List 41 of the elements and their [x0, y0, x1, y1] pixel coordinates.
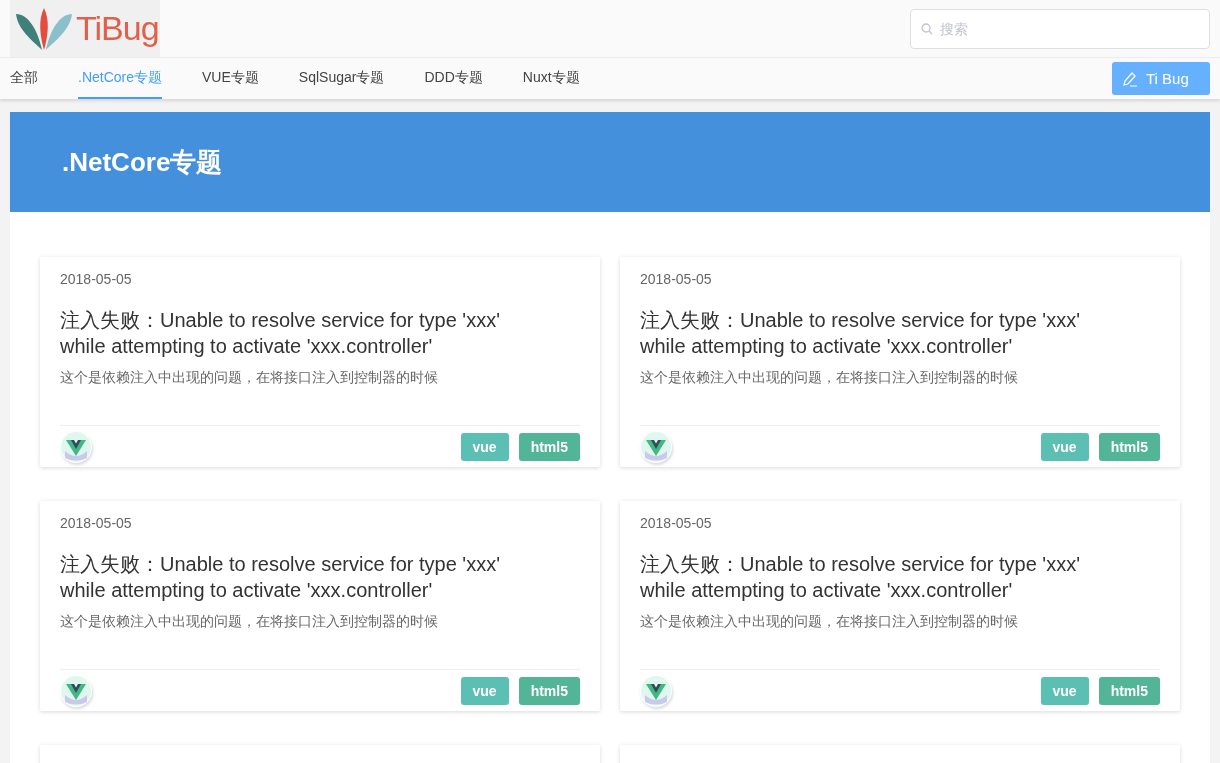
card-title: 注入失败：Unable to resolve service for type 'xxx' while attempting to activate 'xxx.controller': [60, 552, 501, 603]
tag-label[interactable]: html5: [1098, 676, 1160, 705]
article-card[interactable]: 2018-05-05 注入失败：Unable to resolve service for type 'xxx' while attempting to activate 'xxx.controller' 这个是依赖注入中出现的问题，在将接口注入到控制器的时候 vue html5: [620, 501, 1180, 711]
vue-logo-icon: [640, 674, 672, 707]
article-card[interactable]: 2018-05-05 注入失败：Unable to resolve service for type 'xxx' while attempting to activate 'xxx.controller' 这个是依赖注入中出现的问题，在将接口注入到控制器的时候 vue html5: [40, 257, 600, 467]
card-date: 2018-05-05: [60, 514, 133, 533]
nav-tab[interactable]: Nuxt专题: [522, 58, 580, 99]
vue-logo-icon: [640, 430, 672, 463]
card-date: 2018-05-05: [640, 514, 713, 533]
card-summary: 这个是依赖注入中出现的问题，在将接口注入到控制器的时候: [60, 612, 439, 631]
banner-title: .NetCore专题: [62, 145, 223, 179]
article-card[interactable]: 2018-05-05 注入失败：Unable to resolve service for type 'xxx' while attempting to activate 'xxx.controller' 这个是依赖注入中出现的问题，在将接口注入到控制器的时候 vue html5: [620, 257, 1180, 467]
tag-label[interactable]: vue: [460, 676, 509, 705]
card-date: 2018-05-05: [60, 270, 133, 289]
vue-logo-icon: [60, 430, 92, 463]
nav-tab[interactable]: SqlSugar专题: [298, 58, 385, 99]
tag-label[interactable]: vue: [1040, 432, 1089, 461]
nav-tab[interactable]: 全部: [10, 58, 38, 99]
logo[interactable]: TiBug: [10, 0, 160, 57]
nav-tab[interactable]: VUE专题: [202, 58, 259, 99]
nav-tab[interactable]: DDD专题: [424, 58, 483, 99]
card-title: 注入失败：Unable to resolve service for type 'xxx' while attempting to activate 'xxx.controller': [640, 308, 1081, 359]
tag-label[interactable]: html5: [1098, 432, 1160, 461]
card-summary: 这个是依赖注入中出现的问题，在将接口注入到控制器的时候: [60, 368, 439, 387]
search-field[interactable]: 搜索: [910, 8, 1210, 49]
card-summary: 这个是依赖注入中出现的问题，在将接口注入到控制器的时候: [640, 612, 1019, 631]
tag-label[interactable]: html5: [518, 676, 580, 705]
tag-label[interactable]: html5: [518, 432, 580, 461]
vue-logo-icon: [60, 674, 92, 707]
tag-label[interactable]: vue: [460, 432, 509, 461]
card-title: 注入失败：Unable to resolve service for type 'xxx' while attempting to activate 'xxx.controller': [60, 308, 501, 359]
card-date: 2018-05-05: [640, 270, 713, 289]
search-icon: [921, 22, 933, 35]
card-summary: 这个是依赖注入中出现的问题，在将接口注入到控制器的时候: [640, 368, 1019, 387]
logo-text: TiBug: [76, 9, 159, 48]
tag-label[interactable]: vue: [1040, 676, 1089, 705]
nav-tab[interactable]: .NetCore专题: [78, 58, 163, 99]
pencil-icon: [1122, 70, 1138, 87]
card-title: 注入失败：Unable to resolve service for type 'xxx' while attempting to activate 'xxx.controller': [640, 552, 1081, 603]
ti-bug-button[interactable]: Ti Bug: [1112, 62, 1210, 95]
article-card[interactable]: 2018-05-05 注入失败：Unable to resolve service for type 'xxx' while attempting to activate 'xxx.controller' 这个是依赖注入中出现的问题，在将接口注入到控制器的时候 vue html5: [40, 501, 600, 711]
